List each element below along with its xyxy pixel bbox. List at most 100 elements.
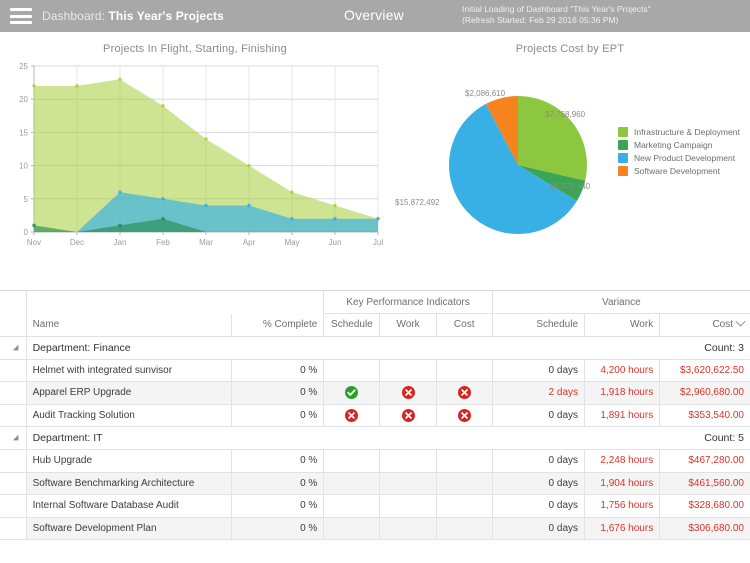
- pie-value-label-software: $2,086,610: [465, 89, 506, 98]
- table-header: Key Performance Indicators Variance Name…: [0, 291, 750, 337]
- table-row[interactable]: Software Development Plan 0 % 0 days 1,676 …: [0, 517, 750, 540]
- table-row[interactable]: Hub Upgrade 0 % 0 days 2,248 hours $467,280.…: [0, 449, 750, 473]
- row-spacer-cell: [0, 359, 27, 382]
- pie-chart-title: Projects Cost by EPT: [515, 43, 625, 55]
- header-kpi-cost[interactable]: Cost: [436, 313, 493, 337]
- pie-value-label-marketing: $1,372,440: [550, 182, 591, 191]
- header-pct-complete[interactable]: % Complete: [231, 313, 325, 337]
- cell-name: Software Benchmarking Architecture: [26, 472, 233, 495]
- header-name[interactable]: Name: [26, 313, 233, 337]
- svg-text:10: 10: [19, 162, 28, 171]
- table-row[interactable]: Apparel ERP Upgrade 0 % 2 days 1,918 hours $…: [0, 381, 750, 405]
- cell-name: Helmet with integrated sunvisor: [26, 359, 233, 382]
- header-var-work[interactable]: Work: [584, 313, 661, 337]
- kpi-bad-icon: [401, 386, 415, 400]
- header-group-variance: Variance: [492, 291, 750, 314]
- cell-pct-complete: 0 %: [231, 381, 325, 405]
- pie-chart-svg: [449, 96, 587, 234]
- table-row[interactable]: Software Benchmarking Architecture 0 % 0 d…: [0, 472, 750, 495]
- svg-text:Jul: Jul: [373, 238, 383, 247]
- kpi-bad-icon: [401, 408, 415, 422]
- breadcrumb[interactable]: Dashboard: This Year's Projects: [42, 9, 224, 23]
- pie-legend-item-marketing[interactable]: Marketing Campaign: [618, 140, 740, 150]
- cell-var-work: 4,200 hours: [584, 359, 661, 382]
- table-row[interactable]: Internal Software Database Audit 0 % 0 day…: [0, 494, 750, 518]
- cell-var-work: 1,891 hours: [584, 404, 661, 427]
- header-var-cost-label: Cost: [712, 319, 733, 331]
- cell-var-cost: $3,620,622.50: [659, 359, 750, 382]
- cell-name: Internal Software Database Audit: [26, 494, 233, 518]
- cell-var-schedule: 0 days: [492, 472, 586, 495]
- header-expand-col: [0, 313, 27, 337]
- cell-var-cost: $328,680.00: [659, 494, 750, 518]
- header-var-schedule[interactable]: Schedule: [492, 313, 586, 337]
- cell-name: Software Development Plan: [26, 517, 233, 540]
- cell-kpi-schedule: [323, 494, 381, 518]
- table-row[interactable]: Helmet with integrated sunvisor 0 % 0 days…: [0, 359, 750, 382]
- pie-legend-item-newproduct[interactable]: New Product Development: [618, 153, 740, 163]
- kpi-bad-icon: [345, 408, 359, 422]
- row-spacer-cell: [0, 404, 27, 427]
- kpi-bad-icon: [457, 386, 471, 400]
- pie-value-label-newproduct: $15,872,492: [395, 198, 440, 207]
- pie-legend-item-infrastructure[interactable]: Infrastructure & Deployment: [618, 127, 740, 137]
- chevron-down-icon[interactable]: [735, 316, 746, 327]
- cell-var-work: 1,756 hours: [584, 494, 661, 518]
- svg-text:Nov: Nov: [27, 238, 41, 247]
- cell-pct-complete: 0 %: [231, 404, 325, 427]
- pie-legend-label-software: Software Development: [634, 166, 720, 176]
- pie-legend-label-marketing: Marketing Campaign: [634, 140, 713, 150]
- top-bar: Dashboard: This Year's Projects Overview…: [0, 0, 750, 32]
- group-expand-cell[interactable]: [0, 336, 27, 360]
- hamburger-icon[interactable]: [10, 8, 32, 24]
- table-group-row[interactable]: Department: Finance Count: 3: [0, 336, 750, 360]
- group-label: Department: Finance: [26, 336, 660, 360]
- header-group-kpi: Key Performance Indicators: [323, 291, 493, 314]
- view-title: Overview: [344, 7, 404, 23]
- pie-legend-item-software[interactable]: Software Development: [618, 166, 740, 176]
- cell-var-schedule: 0 days: [492, 449, 586, 473]
- cell-var-work: 2,248 hours: [584, 449, 661, 473]
- kpi-bad-icon: [457, 408, 471, 422]
- cell-name: Audit Tracking Solution: [26, 404, 233, 427]
- svg-text:Jun: Jun: [329, 238, 342, 247]
- cell-kpi-schedule: [323, 517, 381, 540]
- cell-name: Hub Upgrade: [26, 449, 233, 473]
- group-expand-cell[interactable]: [0, 426, 27, 450]
- cell-kpi-work: [379, 381, 437, 405]
- cell-kpi-work: [379, 404, 437, 427]
- cell-var-schedule: 0 days: [492, 359, 586, 382]
- header-kpi-schedule[interactable]: Schedule: [323, 313, 381, 337]
- cell-kpi-work: [379, 449, 437, 473]
- projects-table-region[interactable]: Key Performance Indicators Variance Name…: [0, 290, 750, 563]
- pie-legend-swatch-newproduct: [618, 153, 628, 163]
- collapse-triangle-icon[interactable]: [12, 434, 22, 444]
- cell-var-cost: $467,280.00: [659, 449, 750, 473]
- group-count: Count: 3: [659, 336, 750, 360]
- table-body: Department: Finance Count: 3 Helmet with i…: [0, 336, 750, 540]
- cell-var-work: 1,676 hours: [584, 517, 661, 540]
- svg-text:0: 0: [24, 228, 29, 237]
- row-spacer-cell: [0, 517, 27, 540]
- svg-text:20: 20: [19, 95, 28, 104]
- svg-text:5: 5: [24, 195, 29, 204]
- svg-text:Mar: Mar: [199, 238, 213, 247]
- svg-text:May: May: [284, 238, 299, 247]
- table-group-row[interactable]: Department: IT Count: 5: [0, 426, 750, 450]
- cell-kpi-schedule: [323, 381, 381, 405]
- kpi-ok-icon: [345, 386, 359, 400]
- cell-var-schedule: 2 days: [492, 381, 586, 405]
- area-chart-panel: Projects In Flight, Starting, Finishing …: [0, 32, 390, 311]
- header-var-cost[interactable]: Cost: [659, 313, 750, 337]
- header-kpi-work[interactable]: Work: [379, 313, 437, 337]
- cell-kpi-work: [379, 494, 437, 518]
- row-spacer-cell: [0, 381, 27, 405]
- table-row[interactable]: Audit Tracking Solution 0 % 0 days 1,891 ho…: [0, 404, 750, 427]
- breadcrumb-dashboard-name: This Year's Projects: [108, 9, 224, 23]
- cell-kpi-cost: [436, 494, 493, 518]
- refresh-status-note: Initial Loading of Dashboard "This Year'…: [462, 4, 651, 26]
- cell-var-cost: $353,540.00: [659, 404, 750, 427]
- cell-kpi-schedule: [323, 449, 381, 473]
- collapse-triangle-icon[interactable]: [12, 344, 22, 353]
- cell-var-work: 1,904 hours: [584, 472, 661, 495]
